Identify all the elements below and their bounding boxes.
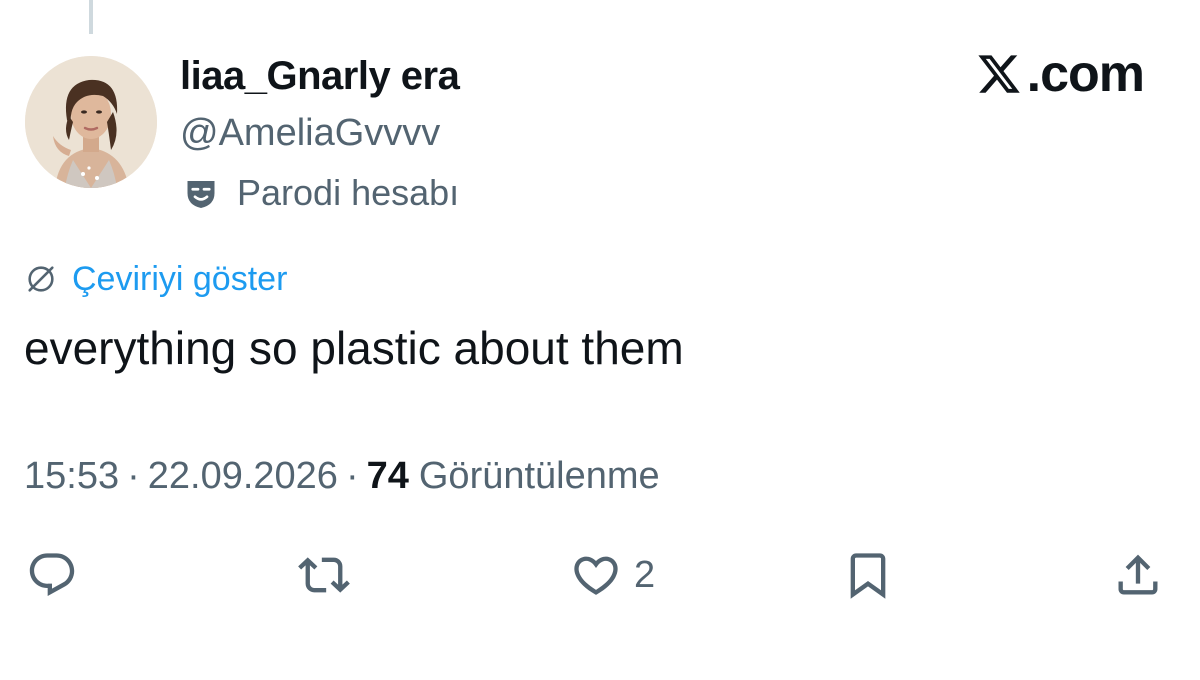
like-button[interactable]: 2 bbox=[570, 546, 655, 604]
share-icon bbox=[1118, 554, 1158, 595]
heart-icon bbox=[574, 556, 618, 595]
retweet-icon bbox=[298, 557, 350, 593]
tweet-time[interactable]: 15:53 bbox=[24, 455, 119, 498]
tweet-action-bar: 2 bbox=[0, 546, 1200, 604]
globe-icon bbox=[28, 266, 54, 292]
show-translation-link[interactable]: Çeviriyi göster bbox=[24, 258, 287, 300]
user-handle[interactable]: @AmeliaGvvvv bbox=[180, 112, 440, 155]
meta-separator: · bbox=[127, 455, 140, 497]
thread-connector-line bbox=[89, 0, 93, 34]
x-logo-icon bbox=[978, 55, 1020, 93]
views-label[interactable]: Görüntülenme bbox=[419, 455, 660, 498]
reply-button[interactable] bbox=[26, 546, 78, 604]
display-name[interactable]: liaa_Gnarly era bbox=[180, 54, 460, 99]
bookmark-icon bbox=[850, 553, 886, 599]
avatar-photo bbox=[25, 56, 157, 188]
bookmark-button[interactable] bbox=[842, 546, 894, 604]
share-button[interactable] bbox=[1112, 546, 1164, 604]
avatar[interactable] bbox=[25, 56, 157, 188]
meta-separator: · bbox=[345, 455, 359, 497]
parody-account-badge[interactable]: Parodi hesabı bbox=[183, 170, 459, 216]
parody-label: Parodi hesabı bbox=[237, 172, 460, 213]
parody-mask-icon bbox=[187, 181, 215, 208]
brand-domain-text: .com bbox=[1026, 45, 1145, 103]
tweet-text: everything so plastic about them bbox=[24, 322, 684, 374]
reply-icon bbox=[29, 553, 75, 597]
tweet-date[interactable]: 22.09.2026 bbox=[148, 455, 338, 498]
like-count: 2 bbox=[634, 553, 656, 596]
retweet-button[interactable] bbox=[298, 546, 350, 604]
tweet-meta: 15:53 · 22.09.2026 · 74 Görüntülenme bbox=[24, 455, 660, 498]
x-com-watermark: .com bbox=[975, 45, 1145, 103]
show-translation-label: Çeviriyi göster bbox=[72, 259, 288, 298]
views-count[interactable]: 74 bbox=[367, 455, 409, 498]
